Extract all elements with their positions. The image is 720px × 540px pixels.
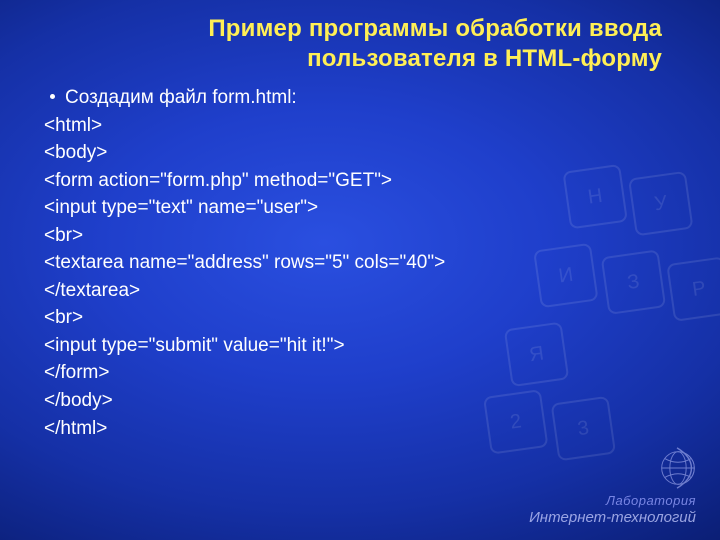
code-line: </textarea> [44, 277, 690, 305]
code-line: </body> [44, 387, 690, 415]
footer: Лаборатория Интернет-технологий [529, 494, 696, 526]
footer-lab: Лаборатория [529, 494, 696, 509]
bullet-icon [50, 94, 55, 99]
code-line: <form action="form.php" method="GET"> [44, 167, 690, 195]
title-line-1: Пример программы обработки ввода [208, 15, 662, 42]
logo-icon [654, 444, 702, 492]
code-line: </form> [44, 359, 690, 387]
code-line: <br> [44, 304, 690, 332]
bullet-item: Создадим файл form.html: [50, 84, 690, 112]
code-line: <input type="submit" value="hit it!"> [44, 332, 690, 360]
code-line: </html> [44, 415, 690, 443]
title-line-2: пользователя в HTML-форму [307, 45, 662, 72]
code-line: <input type="text" name="user"> [44, 194, 690, 222]
slide: Пример программы обработки ввода пользов… [0, 0, 720, 540]
footer-sub: Интернет-технологий [529, 509, 696, 526]
code-line: <body> [44, 139, 690, 167]
code-line: <textarea name="address" rows="5" cols="… [44, 249, 690, 277]
bullet-text: Создадим файл form.html: [65, 84, 297, 112]
slide-title: Пример программы обработки ввода пользов… [0, 14, 700, 74]
code-line: <br> [44, 222, 690, 250]
slide-content: Создадим файл form.html: <html> <body> <… [44, 84, 690, 442]
code-line: <html> [44, 112, 690, 140]
